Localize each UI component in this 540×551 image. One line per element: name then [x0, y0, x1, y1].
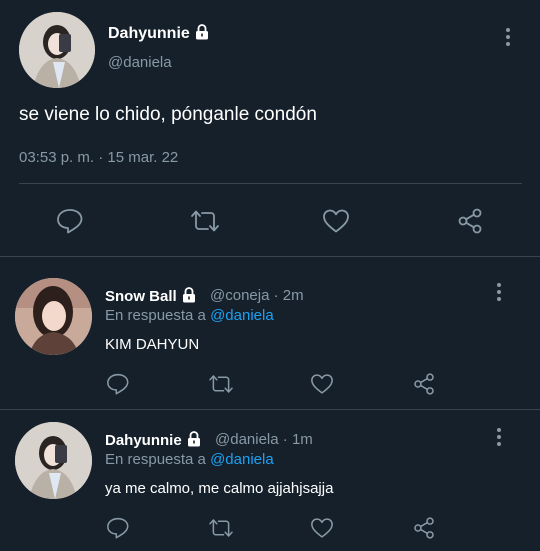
- avatar[interactable]: [19, 12, 95, 88]
- reply-icon[interactable]: [105, 372, 131, 396]
- lock-icon: [187, 431, 201, 451]
- divider: [19, 183, 522, 184]
- handle[interactable]: @daniela · 1m: [215, 431, 313, 448]
- display-name[interactable]: Dahyunnie: [108, 24, 209, 45]
- mention-link[interactable]: @daniela: [210, 307, 274, 324]
- reply-icon[interactable]: [55, 207, 85, 235]
- like-icon[interactable]: [309, 372, 335, 396]
- display-name-text: Snow Ball: [105, 288, 177, 305]
- retweet-icon[interactable]: [206, 516, 236, 540]
- display-name-text: Dahyunnie: [108, 25, 190, 42]
- share-icon[interactable]: [411, 515, 437, 541]
- reply-prefix: En respuesta a: [105, 307, 206, 324]
- tweet-text: ya me calmo, me calmo ajjahjsajja: [105, 480, 334, 497]
- share-icon[interactable]: [411, 371, 437, 397]
- divider: [0, 256, 540, 257]
- divider: [0, 409, 540, 410]
- reply-prefix: En respuesta a: [105, 451, 206, 468]
- like-icon[interactable]: [309, 516, 335, 540]
- reply-context: En respuesta a @daniela: [105, 307, 274, 324]
- more-icon[interactable]: [505, 28, 511, 46]
- share-icon[interactable]: [455, 206, 485, 236]
- mention-link[interactable]: @daniela: [210, 451, 274, 468]
- tweet-text: se viene lo chido, pónganle condón: [19, 104, 317, 125]
- handle[interactable]: @daniela: [108, 54, 172, 71]
- more-icon[interactable]: [496, 428, 502, 446]
- handle-text: @coneja: [210, 287, 270, 304]
- avatar[interactable]: [15, 422, 92, 499]
- time: · 1m: [282, 431, 313, 448]
- retweet-icon[interactable]: [206, 372, 236, 396]
- avatar[interactable]: [15, 278, 92, 355]
- lock-icon: [182, 287, 196, 307]
- display-name[interactable]: Dahyunnie: [105, 431, 201, 451]
- time: · 2m: [273, 287, 304, 304]
- lock-icon: [195, 24, 209, 45]
- display-name-text: Dahyunnie: [105, 432, 182, 449]
- more-icon[interactable]: [496, 283, 502, 301]
- reply-icon[interactable]: [105, 516, 131, 540]
- handle-text: @daniela: [215, 431, 279, 448]
- timestamp[interactable]: 03:53 p. m. · 15 mar. 22: [19, 149, 178, 166]
- reply-context: En respuesta a @daniela: [105, 451, 274, 468]
- handle[interactable]: @coneja · 2m: [210, 287, 304, 304]
- like-icon[interactable]: [321, 207, 351, 235]
- tweet-text: KIM DAHYUN: [105, 336, 200, 353]
- display-name[interactable]: Snow Ball: [105, 287, 196, 307]
- retweet-icon[interactable]: [188, 207, 222, 235]
